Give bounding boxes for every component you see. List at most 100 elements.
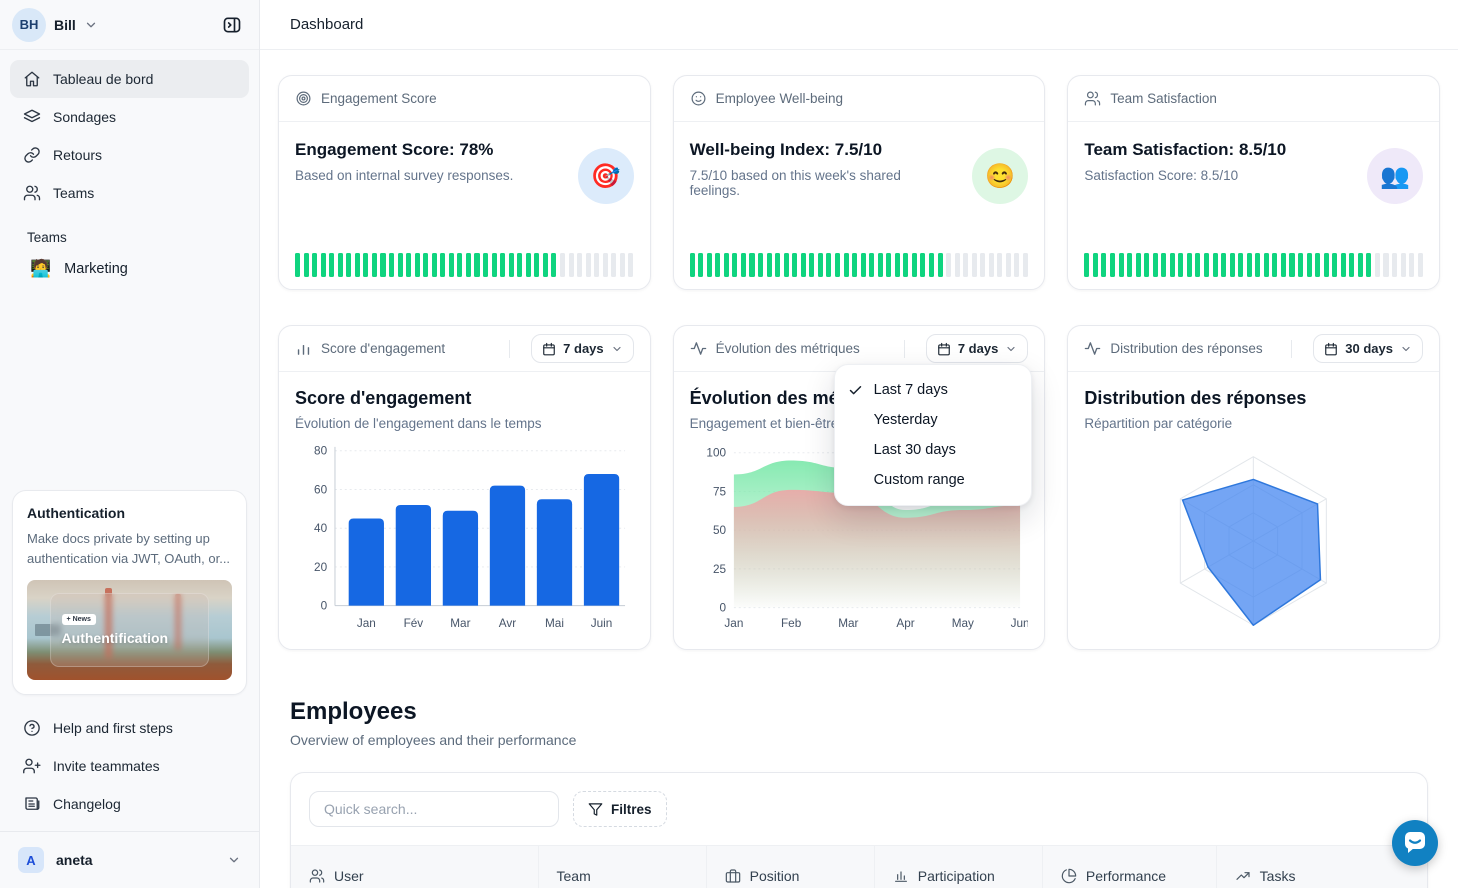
- engagement-score-card: Engagement Score Engagement Score: 78% B…: [278, 75, 651, 290]
- sidebar-item-label: Sondages: [53, 109, 116, 125]
- progress-segment: [895, 253, 900, 277]
- progress-segment: [963, 253, 968, 277]
- progress-segment: [1366, 253, 1371, 277]
- progress-segment: [1093, 253, 1098, 277]
- svg-text:Mai: Mai: [545, 617, 564, 630]
- smiley-icon: [690, 90, 707, 107]
- progress-segment: [492, 253, 497, 277]
- sidebar-item-teams[interactable]: Teams: [10, 174, 249, 212]
- svg-text:60: 60: [314, 483, 328, 496]
- progress-segment: [1153, 253, 1158, 277]
- menu-item-label: Yesterday: [874, 412, 938, 428]
- menu-item-yesterday[interactable]: Yesterday: [835, 405, 1031, 435]
- sidebar-item-feedback[interactable]: Retours: [10, 136, 249, 174]
- progress-segment: [1006, 253, 1011, 277]
- menu-item-custom-range[interactable]: Custom range: [835, 465, 1031, 495]
- svg-text:0: 0: [719, 602, 726, 615]
- chevron-down-icon: [227, 853, 241, 867]
- svg-text:Mar: Mar: [450, 617, 470, 630]
- team-satisfaction-card: Team Satisfaction Team Satisfaction: 8.5…: [1067, 75, 1440, 290]
- workspace-switcher[interactable]: A aneta: [10, 840, 249, 880]
- sidebar-item-label: Tableau de bord: [53, 71, 153, 87]
- bar-chart: 020406080JanFévMarAvrMaiJuin: [295, 441, 634, 637]
- sidebar-item-marketing[interactable]: 🧑‍💻 Marketing: [10, 249, 249, 289]
- search-input[interactable]: [309, 791, 559, 827]
- stat-subtitle: Based on internal survey responses.: [295, 168, 550, 183]
- progress-segment: [543, 253, 548, 277]
- progress-segment: [500, 253, 505, 277]
- column-header-performance[interactable]: Performance: [1042, 846, 1216, 888]
- progress-segment: [1170, 253, 1175, 277]
- changelog-link[interactable]: Changelog: [10, 785, 249, 823]
- invite-teammates-link[interactable]: Invite teammates: [10, 747, 249, 785]
- card-header-label: Évolution des métriques: [716, 341, 860, 356]
- progress-segment: [1213, 253, 1218, 277]
- progress-segment: [792, 253, 797, 277]
- progress-segment: [1349, 253, 1354, 277]
- column-header-user[interactable]: User: [291, 846, 538, 888]
- column-header-position[interactable]: Position: [706, 846, 874, 888]
- menu-item-last-7-days[interactable]: Last 7 days: [835, 375, 1031, 405]
- menu-item-last-30-days[interactable]: Last 30 days: [835, 435, 1031, 465]
- progress-segment: [517, 253, 522, 277]
- chevron-down-icon: [611, 343, 623, 355]
- date-range-button[interactable]: 30 days: [1313, 334, 1423, 363]
- progress-segment: [989, 253, 994, 277]
- progress-bar: [1084, 253, 1423, 277]
- progress-segment: [1281, 253, 1286, 277]
- date-range-button[interactable]: 7 days: [531, 334, 633, 363]
- layers-icon: [23, 108, 41, 126]
- employees-subtitle: Overview of employees and their performa…: [290, 732, 1428, 748]
- date-range-label: 30 days: [1345, 341, 1393, 356]
- filters-label: Filtres: [611, 802, 652, 817]
- column-header-team[interactable]: Team: [538, 846, 706, 888]
- auth-image-overlay: + News Authentification: [50, 593, 210, 667]
- sidebar-item-surveys[interactable]: Sondages: [10, 98, 249, 136]
- card-body: Engagement Score: 78% Based on internal …: [279, 122, 650, 291]
- progress-segment: [1383, 253, 1388, 277]
- progress-segment: [946, 253, 951, 277]
- progress-segment: [784, 253, 789, 277]
- progress-segment: [903, 253, 908, 277]
- card-header-label: Employee Well-being: [716, 91, 843, 106]
- progress-segment: [715, 253, 720, 277]
- authentication-promo-card[interactable]: Authentication Make docs private by sett…: [12, 490, 247, 695]
- progress-segment: [449, 253, 454, 277]
- svg-text:May: May: [951, 617, 973, 630]
- svg-text:Jan: Jan: [724, 617, 743, 630]
- sidebar-collapse-button[interactable]: [217, 10, 247, 40]
- progress-segment: [1195, 253, 1200, 277]
- help-link[interactable]: Help and first steps: [10, 709, 249, 747]
- progress-segment: [304, 253, 309, 277]
- progress-segment: [329, 253, 334, 277]
- card-header: Score d'engagement 7 days: [279, 326, 650, 372]
- progress-bar: [295, 253, 634, 277]
- svg-text:25: 25: [713, 563, 727, 576]
- progress-segment: [767, 253, 772, 277]
- menu-item-label: Last 7 days: [874, 382, 948, 398]
- progress-segment: [466, 253, 471, 277]
- progress-segment: [1023, 253, 1028, 277]
- sidebar-item-dashboard[interactable]: Tableau de bord: [10, 60, 249, 98]
- divider: [1291, 340, 1292, 358]
- progress-segment: [295, 253, 300, 277]
- sidebar-user-row[interactable]: BH Bill: [0, 0, 259, 50]
- progress-segment: [577, 253, 582, 277]
- stat-title: Well-being Index: 7.5/10: [690, 140, 1029, 160]
- engagement-chart-card: Score d'engagement 7 days Score d'engage…: [278, 325, 651, 650]
- column-header-participation[interactable]: Participation: [874, 846, 1042, 888]
- column-label: Team: [557, 868, 591, 884]
- date-range-button[interactable]: 7 days: [926, 334, 1028, 363]
- progress-segment: [1178, 253, 1183, 277]
- progress-segment: [406, 253, 411, 277]
- svg-text:50: 50: [713, 524, 727, 537]
- progress-segment: [758, 253, 763, 277]
- progress-segment: [1014, 253, 1019, 277]
- metrics-evolution-card: Évolution des métriques 7 days Évolution…: [673, 325, 1046, 650]
- progress-segment: [398, 253, 403, 277]
- chat-launcher-button[interactable]: [1392, 820, 1438, 866]
- sidebar-item-label: Retours: [53, 147, 102, 163]
- chat-bubble-icon: [1392, 820, 1438, 866]
- card-header-label: Distribution des réponses: [1110, 341, 1262, 356]
- filters-button[interactable]: Filtres: [573, 791, 667, 827]
